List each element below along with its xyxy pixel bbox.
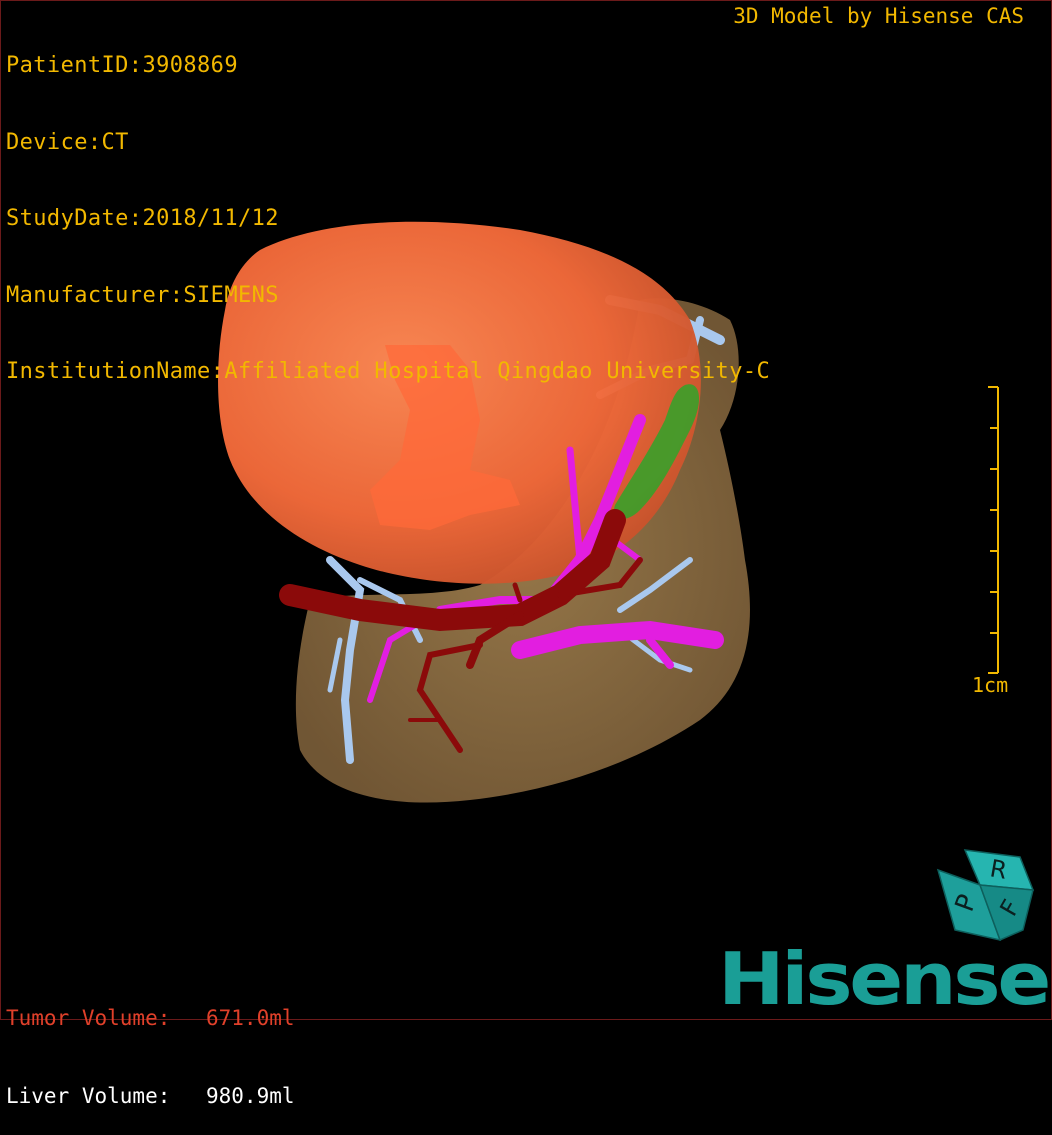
liver-volume-value: 980.9ml xyxy=(206,1084,295,1108)
liver-volume-row: Liver Volume: 980.9ml xyxy=(6,1083,295,1109)
patient-info-overlay: PatientID:3908869 Device:CT StudyDate:20… xyxy=(6,2,770,410)
institution-name: InstitutionName:Affiliated Hospital Qing… xyxy=(6,359,771,384)
patient-id: PatientID:3908869 xyxy=(6,53,238,78)
study-date: StudyDate:2018/11/12 xyxy=(6,206,279,231)
liver-volume-label: Liver Volume: xyxy=(6,1084,171,1108)
device: Device:CT xyxy=(6,129,129,155)
tumor-volume-label: Tumor Volume: xyxy=(6,1006,171,1030)
orientation-cube[interactable]: P R F xyxy=(935,845,1035,945)
model-credit: 3D Model by Hisense CAS xyxy=(733,4,1024,28)
scale-bar xyxy=(988,386,999,674)
tumor-volume-row: Tumor Volume: 671.0ml xyxy=(6,1005,295,1031)
tumor-volume-value: 671.0ml xyxy=(206,1006,295,1030)
volume-readout: Tumor Volume: 671.0ml Liver Volume: 980.… xyxy=(6,953,295,1135)
scale-label: 1cm xyxy=(972,673,1009,697)
logo-text: Hisense xyxy=(718,942,1048,1012)
hisense-logo: Hisense xyxy=(718,942,1048,1012)
manufacturer: Manufacturer:SIEMENS xyxy=(6,282,279,308)
